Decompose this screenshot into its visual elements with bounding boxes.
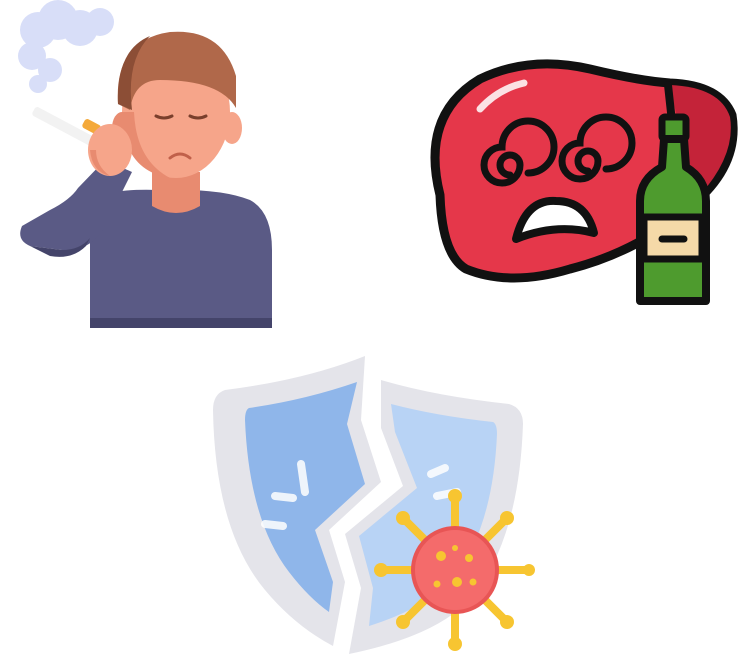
virus-icon (374, 489, 535, 651)
damaged-liver-alcohol-icon (430, 59, 738, 305)
smoke-cloud (18, 0, 114, 93)
illustration-canvas (0, 0, 743, 657)
broken-immune-shield-virus-icon (213, 356, 535, 654)
smoking-person-icon (18, 0, 272, 328)
